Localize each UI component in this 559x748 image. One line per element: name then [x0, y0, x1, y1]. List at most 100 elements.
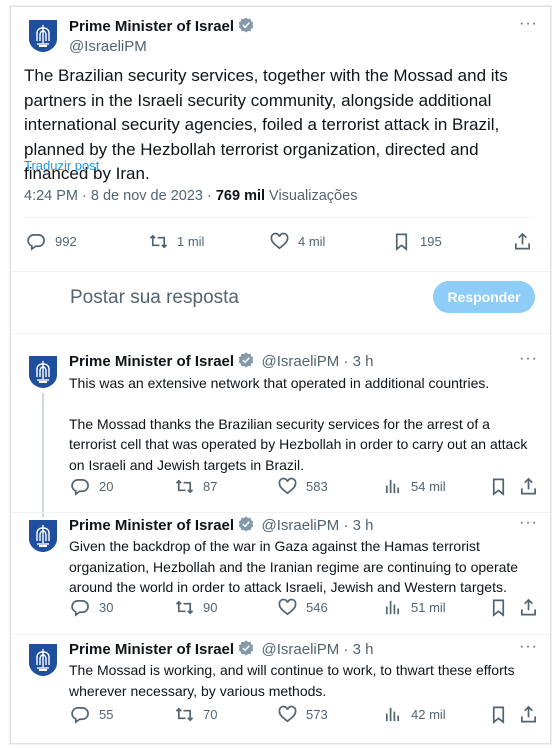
author-handle-time[interactable]: @IsraeliPM · 3 h [262, 353, 374, 370]
divider [11, 333, 550, 334]
bookmark-icon [492, 706, 505, 724]
share-button[interactable] [519, 477, 547, 496]
israel-emblem-icon[interactable] [27, 519, 59, 553]
more-icon[interactable]: ··· [519, 15, 538, 33]
views-count: 769 mil [215, 188, 266, 204]
divider [11, 271, 550, 272]
timestamp-text[interactable]: 4:24 PM · 8 de nov de 2023 · [24, 188, 216, 204]
views-icon [385, 479, 400, 494]
post-thread-frame: Prime Minister of Israel @IsraeliPM ··· … [10, 6, 551, 744]
reply-text: This was an extensive network that opera… [69, 373, 537, 475]
like-button[interactable]: 573 [278, 705, 328, 724]
bookmark-icon [492, 599, 505, 617]
author-handle[interactable]: @IsraeliPM [69, 38, 147, 55]
reply-button[interactable]: 55 [71, 705, 113, 724]
share-icon [514, 232, 531, 250]
thread-line [42, 393, 44, 517]
like-icon [270, 232, 289, 250]
repost-count: 70 [203, 707, 218, 722]
share-icon [520, 705, 537, 723]
author-handle-time[interactable]: @IsraeliPM · 3 h [262, 517, 374, 534]
divider [11, 512, 550, 513]
author-name[interactable]: Prime Minister of Israel [69, 641, 234, 658]
reply-paragraph: This was an extensive network that opera… [69, 375, 490, 391]
reply-input[interactable]: Postar sua resposta [70, 287, 239, 309]
repost-button[interactable]: 1 mil [149, 232, 204, 251]
repost-button[interactable]: 90 [175, 598, 217, 617]
reply-count: 20 [99, 479, 114, 494]
bookmark-count: 195 [420, 234, 442, 249]
views-label: Visualizações [265, 188, 358, 204]
author-name[interactable]: Prime Minister of Israel [69, 353, 234, 370]
reply-icon [71, 599, 89, 617]
like-icon [278, 705, 297, 723]
like-button[interactable]: 546 [278, 598, 328, 617]
author-name[interactable]: Prime Minister of Israel [69, 517, 234, 534]
views-button[interactable]: 42 mil [383, 705, 446, 724]
reply-icon [27, 233, 45, 251]
reply-icon [71, 478, 89, 496]
verified-badge-icon [238, 352, 254, 368]
repost-button[interactable]: 70 [175, 705, 217, 724]
bookmark-button[interactable]: 195 [392, 232, 442, 251]
reply-text: Given the backdrop of the war in Gaza ag… [69, 538, 519, 595]
author-handle-time[interactable]: @IsraeliPM · 3 h [262, 641, 374, 658]
israel-emblem-icon[interactable] [27, 19, 59, 53]
share-button[interactable] [519, 598, 547, 617]
share-icon [520, 598, 537, 616]
more-icon[interactable]: ··· [519, 350, 538, 368]
reply-button[interactable]: 30 [71, 598, 113, 617]
like-icon [278, 477, 297, 495]
like-count: 573 [306, 707, 328, 722]
translate-link[interactable]: Traduzir post [24, 158, 99, 173]
verified-badge-icon [238, 17, 254, 33]
reply-button[interactable]: 20 [71, 477, 113, 496]
reply-header: Prime Minister of Israel @IsraeliPM · 3 … [69, 352, 373, 371]
verified-badge-icon [238, 516, 254, 532]
reply-count: 30 [99, 600, 114, 615]
like-count: 4 mil [298, 234, 326, 249]
reply-icon [71, 706, 89, 724]
views-button[interactable]: 51 mil [383, 598, 446, 617]
share-icon [520, 477, 537, 495]
views-button[interactable]: 54 mil [383, 477, 446, 496]
divider [11, 634, 550, 635]
like-count: 583 [306, 479, 328, 494]
israel-emblem-icon[interactable] [27, 355, 59, 389]
reply-button[interactable]: 992 [27, 232, 77, 251]
views-count: 42 mil [411, 707, 446, 722]
more-icon[interactable]: ··· [519, 514, 538, 532]
repost-icon [149, 234, 168, 249]
post-text: The Brazilian security services, togethe… [24, 66, 508, 183]
repost-button[interactable]: 87 [175, 477, 217, 496]
verified-badge-icon [238, 640, 254, 656]
bookmark-icon [395, 233, 408, 251]
repost-count: 87 [203, 479, 218, 494]
like-count: 546 [306, 600, 328, 615]
repost-icon [175, 479, 194, 494]
more-icon[interactable]: ··· [519, 638, 538, 656]
views-icon [385, 600, 400, 615]
views-count: 51 mil [411, 600, 446, 615]
repost-count: 1 mil [177, 234, 205, 249]
like-button[interactable]: 4 mil [270, 232, 325, 251]
israel-emblem-icon[interactable] [27, 643, 59, 677]
reply-submit-button[interactable]: Responder [433, 281, 535, 313]
views-count: 54 mil [411, 479, 446, 494]
like-button[interactable]: 583 [278, 477, 328, 496]
bookmark-button[interactable] [489, 477, 517, 496]
reply-header: Prime Minister of Israel @IsraeliPM · 3 … [69, 516, 373, 535]
bookmark-button[interactable] [489, 705, 517, 724]
share-button[interactable] [519, 705, 547, 724]
reply-count: 55 [99, 707, 114, 722]
views-icon [385, 707, 400, 722]
bookmark-icon [492, 478, 505, 496]
reply-paragraph: The Mossad thanks the Brazilian security… [69, 415, 528, 473]
author-name[interactable]: Prime Minister of Israel [69, 17, 254, 35]
bookmark-button[interactable] [489, 598, 517, 617]
reply-count: 992 [55, 234, 77, 249]
share-button[interactable] [513, 232, 541, 251]
reply-text: The Mossad is working, and will continue… [69, 662, 515, 699]
like-icon [278, 598, 297, 616]
repost-count: 90 [203, 600, 218, 615]
